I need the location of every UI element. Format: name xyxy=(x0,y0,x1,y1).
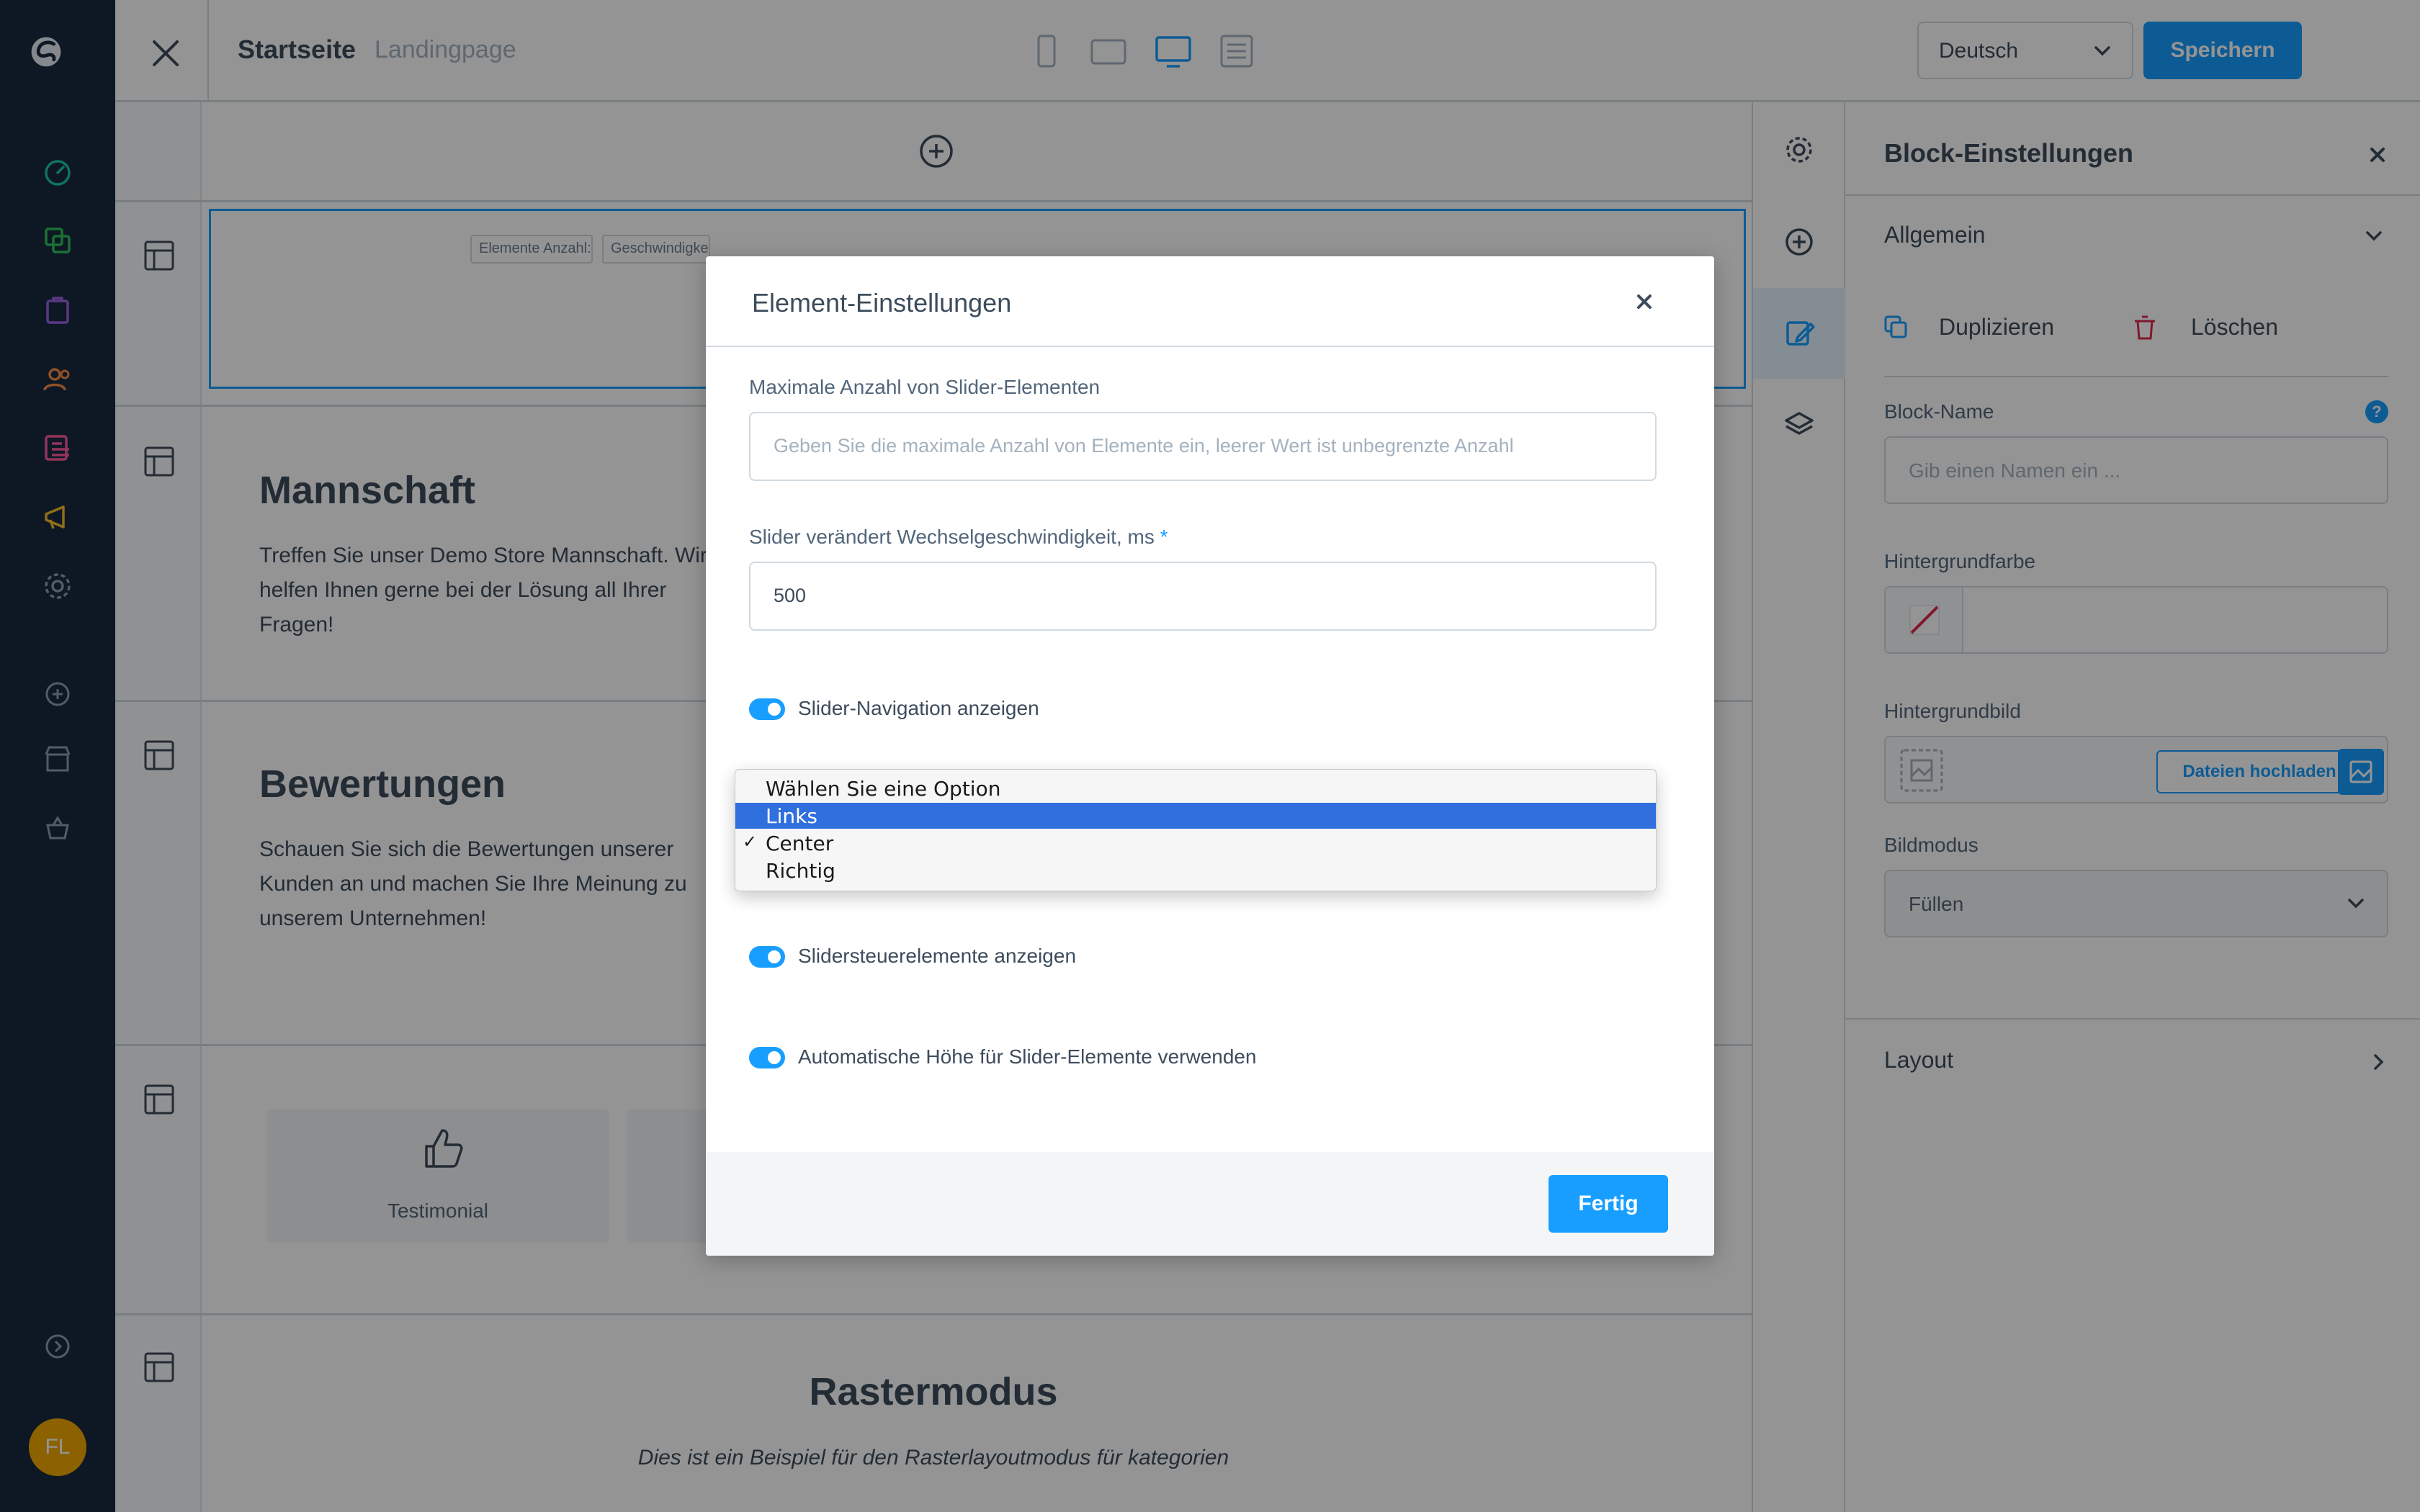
navigation-toggle-label: Slider-Navigation anzeigen xyxy=(798,697,1039,719)
speed-value: 500 xyxy=(774,585,807,606)
speed-label: Slider verändert Wechselgeschwindigkeit,… xyxy=(749,526,1168,549)
close-icon[interactable] xyxy=(1634,291,1655,312)
modal-footer: Fertig xyxy=(706,1152,1714,1256)
done-button[interactable]: Fertig xyxy=(1549,1175,1668,1233)
speed-input[interactable]: 500 xyxy=(749,562,1657,631)
controls-toggle[interactable] xyxy=(749,946,785,968)
modal-title: Element-Einstellungen xyxy=(752,288,1012,318)
auto-height-toggle[interactable] xyxy=(749,1047,785,1068)
max-elements-label: Maximale Anzahl von Slider-Elementen xyxy=(749,376,1101,398)
dropdown-option-highlighted[interactable]: Links xyxy=(735,803,1656,829)
navigation-toggle[interactable] xyxy=(749,698,785,720)
dropdown-option[interactable]: Wählen Sie eine Option xyxy=(735,775,1656,801)
modal-divider xyxy=(706,346,1714,347)
element-settings-modal: Element-Einstellungen Maximale Anzahl vo… xyxy=(706,256,1714,1256)
dropdown-option[interactable]: Richtig xyxy=(735,858,1656,883)
alignment-dropdown-list: Wählen Sie eine Option Links ✓ Center Ri… xyxy=(735,769,1657,891)
max-elements-placeholder: Geben Sie die maximale Anzahl von Elemen… xyxy=(774,435,1514,456)
controls-toggle-label: Slidersteuerelemente anzeigen xyxy=(798,945,1077,967)
dropdown-option-selected[interactable]: ✓ Center xyxy=(735,830,1656,856)
checkmark-icon: ✓ xyxy=(743,832,758,852)
speed-label-text: Slider verändert Wechselgeschwindigkeit,… xyxy=(749,526,1155,548)
auto-height-toggle-label: Automatische Höhe für Slider-Elemente ve… xyxy=(798,1045,1257,1068)
max-elements-input[interactable]: Geben Sie die maximale Anzahl von Elemen… xyxy=(749,412,1657,481)
required-marker: * xyxy=(1160,526,1168,548)
